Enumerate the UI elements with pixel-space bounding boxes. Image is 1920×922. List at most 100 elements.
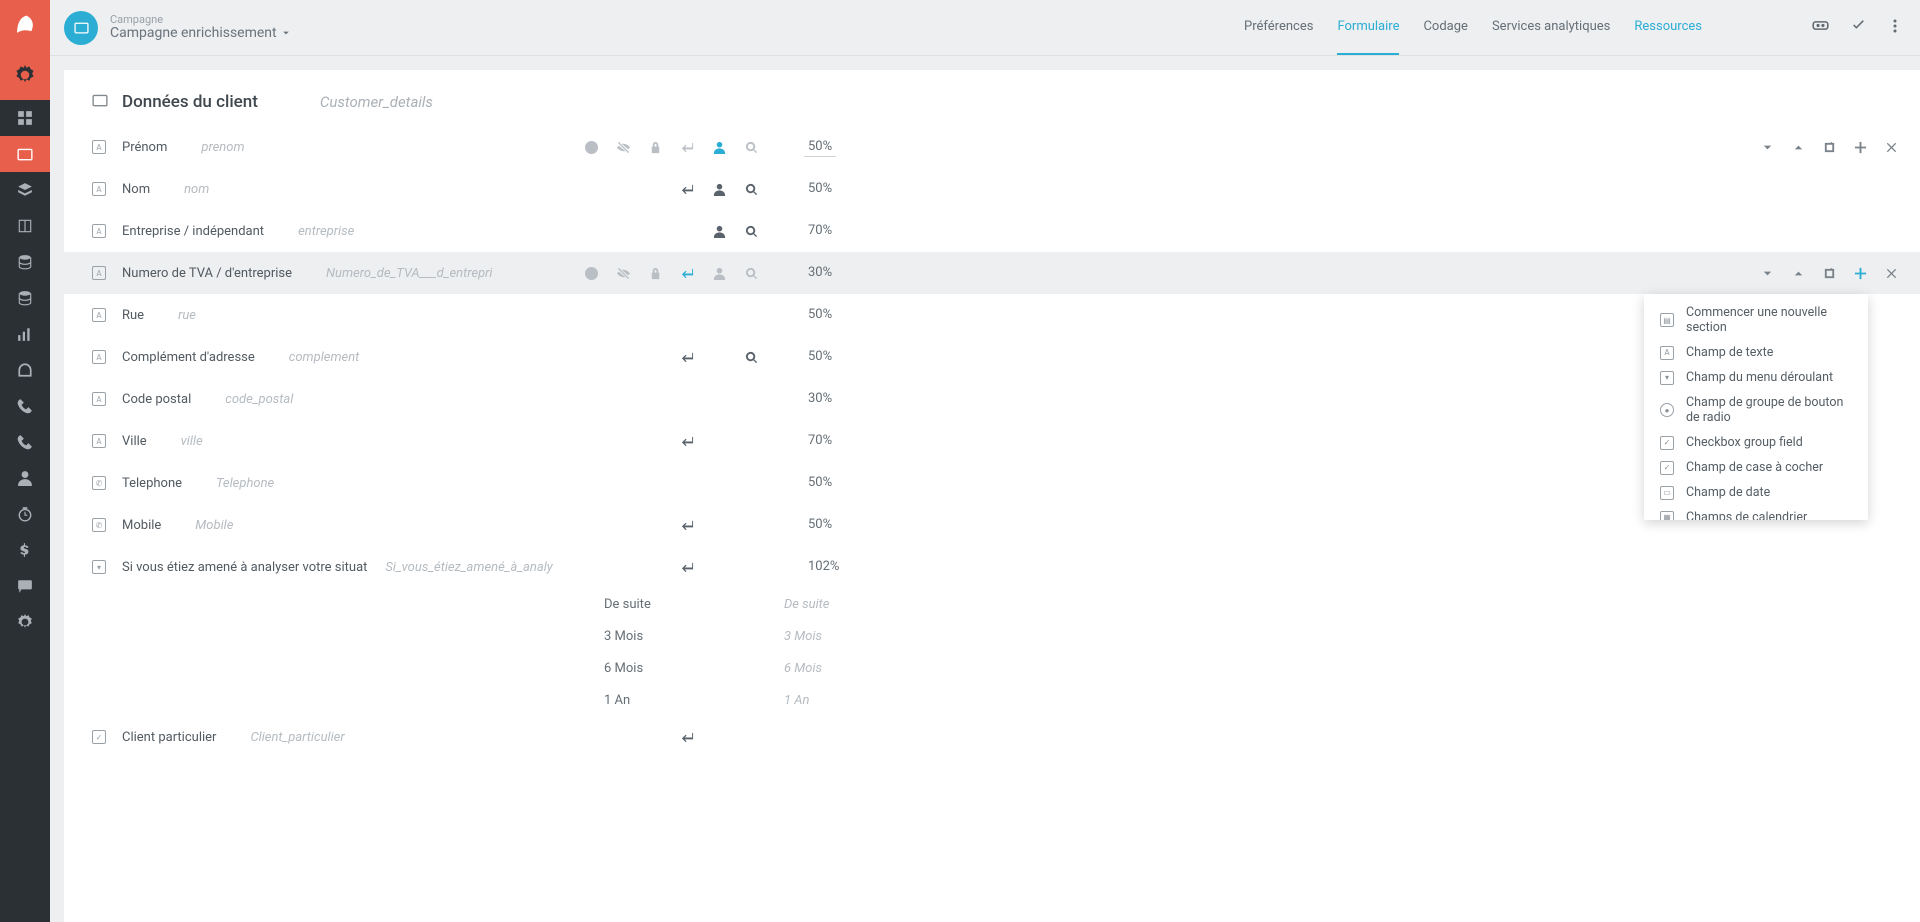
info-icon[interactable] bbox=[584, 267, 598, 280]
dd-dropdown-field[interactable]: ▾Champ du menu déroulant bbox=[1644, 365, 1868, 390]
search-icon[interactable] bbox=[744, 183, 758, 196]
return-icon[interactable] bbox=[680, 731, 694, 744]
nav-settings[interactable] bbox=[0, 604, 50, 640]
field-row-complement[interactable]: A Complément d'adresse complement 50% bbox=[64, 336, 1920, 378]
move-down-icon[interactable] bbox=[1761, 141, 1774, 154]
field-row-mobile[interactable]: ✆ Mobile Mobile 50% bbox=[64, 504, 1920, 546]
move-up-icon[interactable] bbox=[1792, 267, 1805, 280]
option-6-mois[interactable]: 6 Mois 6 Mois bbox=[64, 652, 1920, 684]
field-row-entreprise[interactable]: A Entreprise / indépendant entreprise 70… bbox=[64, 210, 1920, 252]
search-icon[interactable] bbox=[744, 267, 758, 280]
more-icon[interactable] bbox=[1888, 19, 1902, 37]
field-type-text-icon: A bbox=[92, 350, 110, 364]
field-type-text-icon: A bbox=[92, 224, 110, 238]
edit-icon[interactable] bbox=[1823, 267, 1836, 280]
tab-preferences[interactable]: Préférences bbox=[1244, 0, 1313, 55]
move-up-icon[interactable] bbox=[1792, 141, 1805, 154]
nav-db1[interactable] bbox=[0, 244, 50, 280]
option-3-mois[interactable]: 3 Mois 3 Mois bbox=[64, 620, 1920, 652]
search-icon[interactable] bbox=[744, 351, 758, 364]
delete-icon[interactable] bbox=[1885, 267, 1898, 280]
nav-training[interactable] bbox=[0, 208, 50, 244]
field-row-client-particulier[interactable]: ✓ Client particulier Client_particulier bbox=[64, 716, 1920, 758]
move-down-icon[interactable] bbox=[1761, 267, 1774, 280]
nav-support[interactable] bbox=[0, 352, 50, 388]
nav-timer[interactable] bbox=[0, 496, 50, 532]
nav-dashboard[interactable] bbox=[0, 100, 50, 136]
eyeoff-icon[interactable] bbox=[616, 267, 630, 280]
campaign-title-dropdown[interactable]: Campagne enrichissement bbox=[110, 25, 291, 41]
tab-codage[interactable]: Codage bbox=[1423, 0, 1467, 55]
dd-checkbox-group[interactable]: ✓Checkbox group field bbox=[1644, 430, 1868, 455]
return-icon[interactable] bbox=[680, 267, 694, 280]
field-type-text-icon: A bbox=[92, 434, 110, 448]
dd-date-field[interactable]: ▭Champ de date bbox=[1644, 480, 1868, 505]
nav-chat[interactable] bbox=[0, 568, 50, 604]
user-icon[interactable] bbox=[712, 267, 726, 280]
tab-formulaire[interactable]: Formulaire bbox=[1337, 0, 1399, 55]
dd-calendar-field[interactable]: ▦Champs de calendrier bbox=[1644, 505, 1868, 520]
add-icon[interactable] bbox=[1854, 267, 1867, 280]
add-icon[interactable] bbox=[1854, 141, 1867, 154]
return-icon[interactable] bbox=[680, 141, 694, 154]
section-icon: ▤ bbox=[1660, 313, 1674, 327]
preview-icon[interactable] bbox=[1812, 17, 1829, 38]
nav-user[interactable] bbox=[0, 460, 50, 496]
field-width[interactable]: 30% bbox=[804, 263, 836, 283]
tab-ressources[interactable]: Ressources bbox=[1634, 0, 1702, 55]
tab-services-analytiques[interactable]: Services analytiques bbox=[1492, 0, 1610, 55]
nav-stats[interactable] bbox=[0, 316, 50, 352]
field-label: Nom bbox=[122, 182, 150, 197]
field-row-ville[interactable]: A Ville ville 70% bbox=[64, 420, 1920, 462]
confirm-icon[interactable] bbox=[1851, 18, 1866, 37]
app-logo[interactable] bbox=[0, 0, 50, 50]
search-icon[interactable] bbox=[744, 141, 758, 154]
option-1-an[interactable]: 1 An 1 An bbox=[64, 684, 1920, 716]
option-slug: De suite bbox=[784, 597, 830, 612]
add-field-dropdown[interactable]: ▤Commencer une nouvelle section AChamp d… bbox=[1644, 294, 1868, 520]
info-icon[interactable] bbox=[584, 141, 598, 154]
search-icon[interactable] bbox=[744, 225, 758, 238]
lock-icon[interactable] bbox=[648, 267, 662, 280]
nav-phone2[interactable] bbox=[0, 424, 50, 460]
field-row-rue[interactable]: A Rue rue 50% bbox=[64, 294, 1920, 336]
nav-phone[interactable] bbox=[0, 388, 50, 424]
nav-layers[interactable] bbox=[0, 172, 50, 208]
option-de-suite[interactable]: De suite De suite bbox=[64, 588, 1920, 620]
field-row-nom[interactable]: A Nom nom 50% bbox=[64, 168, 1920, 210]
field-width[interactable]: 50% bbox=[804, 137, 836, 157]
nav-db2[interactable] bbox=[0, 280, 50, 316]
return-icon[interactable] bbox=[680, 561, 694, 574]
field-row-code-postal[interactable]: A Code postal code_postal 30% bbox=[64, 378, 1920, 420]
option-label: 3 Mois bbox=[604, 629, 643, 644]
field-width: 70% bbox=[804, 221, 836, 241]
return-icon[interactable] bbox=[680, 519, 694, 532]
field-row-telephone[interactable]: ✆ Telephone Telephone 50% bbox=[64, 462, 1920, 504]
field-label: Prénom bbox=[122, 140, 167, 155]
settings-gear[interactable] bbox=[0, 50, 50, 100]
lock-icon[interactable] bbox=[648, 141, 662, 154]
return-icon[interactable] bbox=[680, 351, 694, 364]
field-slug: Telephone bbox=[216, 476, 274, 491]
eyeoff-icon[interactable] bbox=[616, 141, 630, 154]
dd-radio-field[interactable]: ●Champ de groupe de bouton de radio bbox=[1644, 390, 1868, 430]
dd-text-field[interactable]: AChamp de texte bbox=[1644, 340, 1868, 365]
return-icon[interactable] bbox=[680, 435, 694, 448]
edit-icon[interactable] bbox=[1823, 141, 1836, 154]
user-icon[interactable] bbox=[712, 225, 726, 238]
field-row-prenom[interactable]: A Prénom prenom 50% bbox=[64, 126, 1920, 168]
section-header: Données du client Customer_details bbox=[64, 70, 1920, 126]
dd-checkbox-field[interactable]: ✓Champ de case à cocher bbox=[1644, 455, 1868, 480]
field-row-tva[interactable]: A Numero de TVA / d'entreprise Numero_de… bbox=[64, 252, 1920, 294]
user-icon[interactable] bbox=[712, 183, 726, 196]
tabs: Préférences Formulaire Codage Services a… bbox=[1244, 0, 1702, 55]
nav-campaign[interactable] bbox=[0, 136, 50, 172]
user-icon[interactable] bbox=[712, 141, 726, 154]
field-type-phone-icon: ✆ bbox=[92, 476, 110, 490]
delete-icon[interactable] bbox=[1885, 141, 1898, 154]
checkbox-group-icon: ✓ bbox=[1660, 436, 1674, 450]
return-icon[interactable] bbox=[680, 183, 694, 196]
dd-new-section[interactable]: ▤Commencer une nouvelle section bbox=[1644, 300, 1868, 340]
nav-billing[interactable] bbox=[0, 532, 50, 568]
field-row-analyser[interactable]: ▾ Si vous étiez amené à analyser votre s… bbox=[64, 546, 1920, 588]
